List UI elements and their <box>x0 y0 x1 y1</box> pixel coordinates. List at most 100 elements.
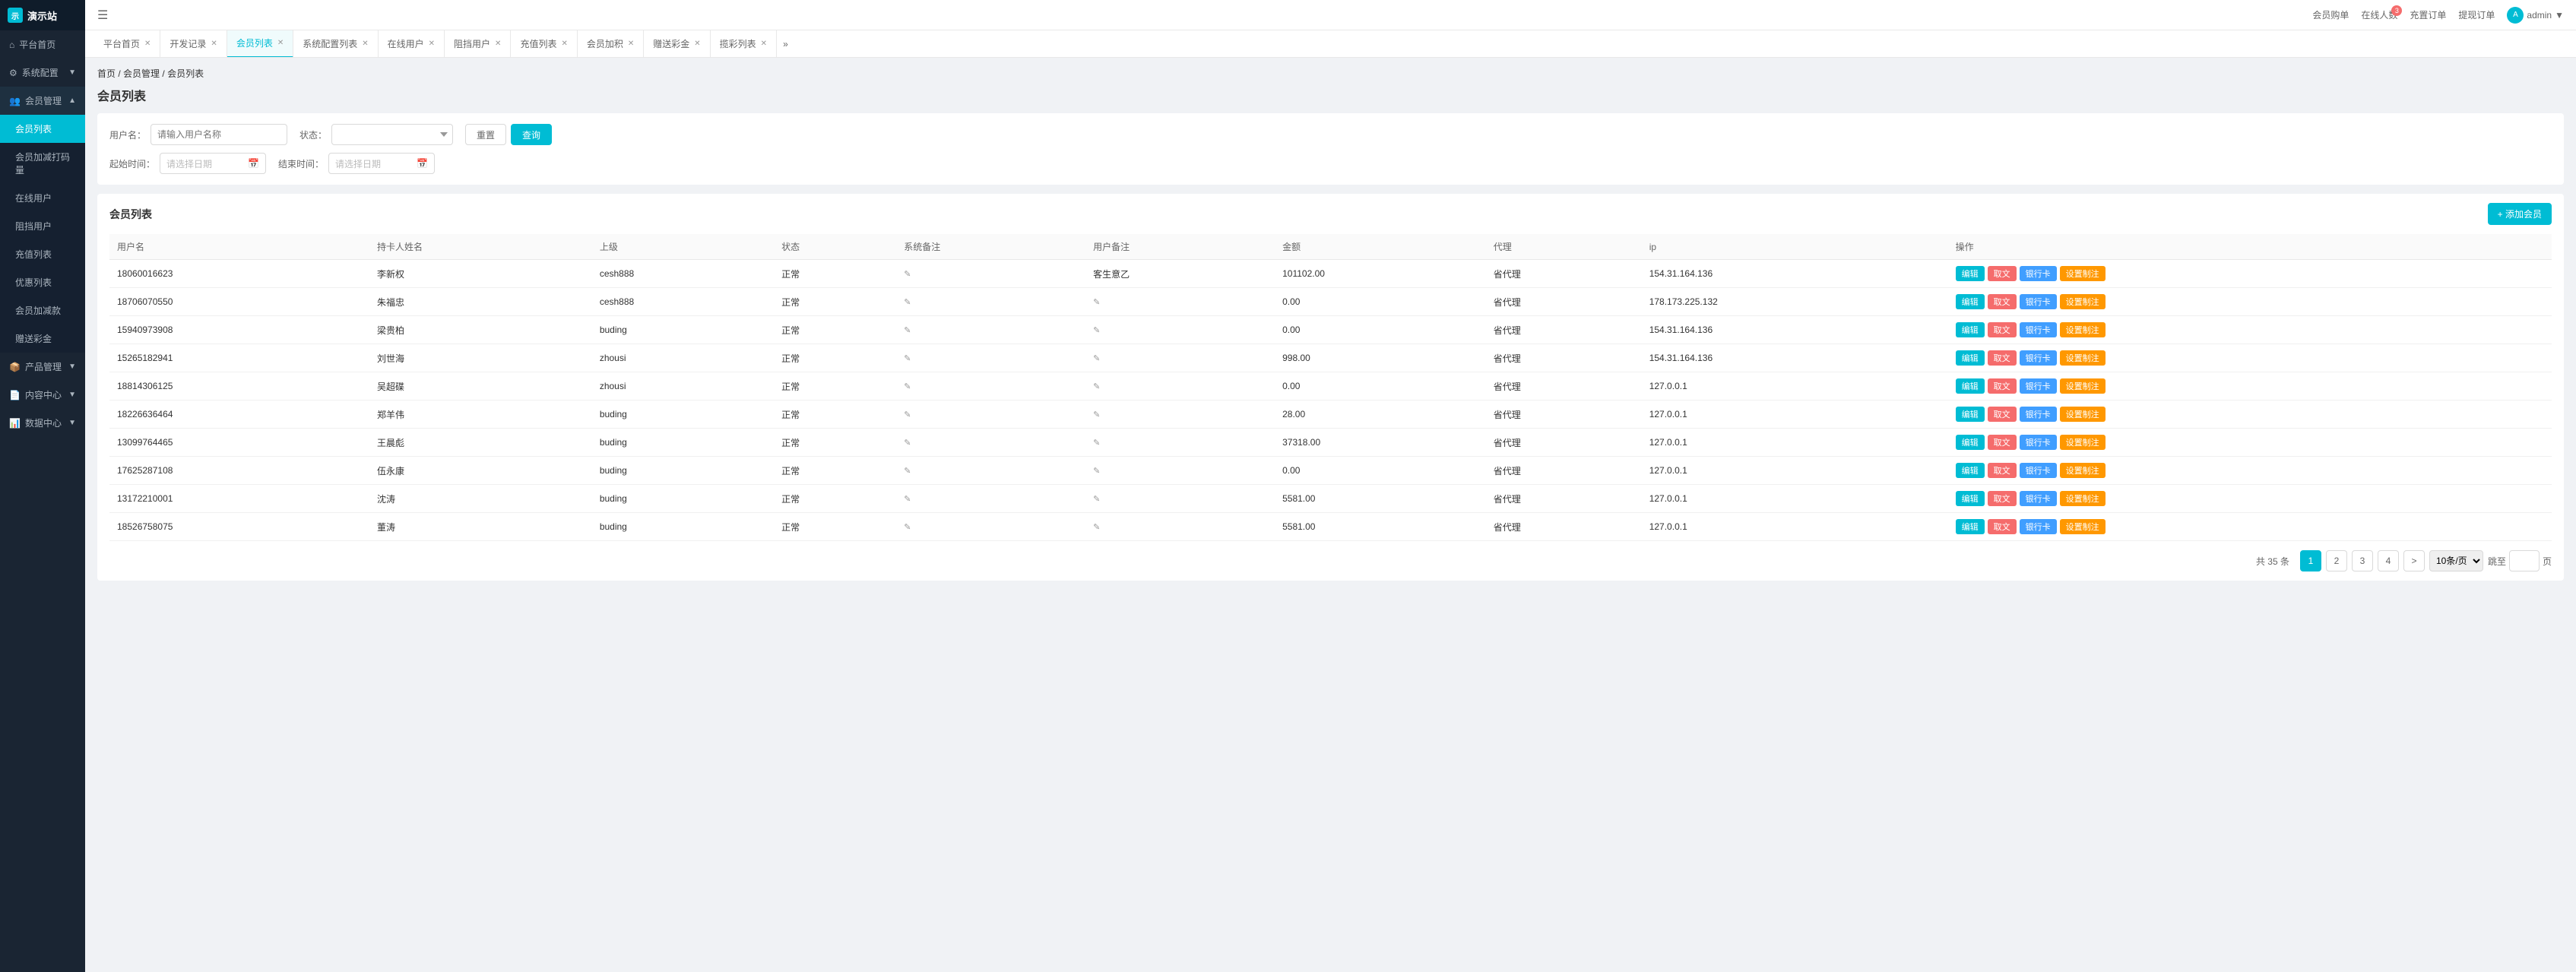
sys-remark-edit-icon[interactable]: ✎ <box>904 439 911 448</box>
sys-remark-edit-icon[interactable]: ✎ <box>904 270 911 279</box>
status-select[interactable]: 正常 禁用 <box>331 124 453 145</box>
cell-sys-remark[interactable]: ✎ <box>896 457 1085 485</box>
sidebar-group-member-header[interactable]: 👥 会员管理 ▲ <box>0 87 85 115</box>
sidebar-group-product-header[interactable]: 📦 产品管理 ▼ <box>0 353 85 381</box>
settings-button[interactable]: 设置制注 <box>2060 266 2105 281</box>
sidebar-group-sysconfig-header[interactable]: ⚙ 系统配置 ▼ <box>0 59 85 87</box>
delete-button[interactable]: 取文 <box>1988 491 2017 506</box>
settings-button[interactable]: 设置制注 <box>2060 407 2105 422</box>
start-time-picker[interactable]: 请选择日期 📅 <box>160 153 266 174</box>
settings-button[interactable]: 设置制注 <box>2060 294 2105 309</box>
edit-button[interactable]: 编辑 <box>1956 435 1985 450</box>
tab-logs[interactable]: 开发记录 ✕ <box>160 30 227 58</box>
sidebar-item-platform[interactable]: ⌂ 平台首页 <box>0 30 85 59</box>
bank-button[interactable]: 银行卡 <box>2020 435 2057 450</box>
member-order-link[interactable]: 会员购单 <box>2312 8 2349 21</box>
user-remark-edit-icon[interactable]: ✎ <box>1093 439 1100 448</box>
tab-blocked[interactable]: 阻挡用户 ✕ <box>445 30 511 58</box>
bank-button[interactable]: 银行卡 <box>2020 294 2057 309</box>
tab-recharge[interactable]: 充值列表 ✕ <box>511 30 577 58</box>
bank-button[interactable]: 银行卡 <box>2020 266 2057 281</box>
user-remark-edit-icon[interactable]: ✎ <box>1093 467 1100 476</box>
edit-button[interactable]: 编辑 <box>1956 491 1985 506</box>
tab-blocked-close[interactable]: ✕ <box>495 40 501 48</box>
edit-button[interactable]: 编辑 <box>1956 407 1985 422</box>
sidebar-item-member-list[interactable]: 会员列表 <box>0 115 85 143</box>
username-input[interactable] <box>151 124 287 145</box>
delete-button[interactable]: 取文 <box>1988 294 2017 309</box>
settings-button[interactable]: 设置制注 <box>2060 350 2105 366</box>
edit-button[interactable]: 编辑 <box>1956 350 1985 366</box>
cell-sys-remark[interactable]: ✎ <box>896 260 1085 288</box>
tab-points[interactable]: 会员加积 ✕ <box>578 30 644 58</box>
end-time-picker[interactable]: 请选择日期 📅 <box>328 153 435 174</box>
sidebar-group-content-header[interactable]: 📄 内容中心 ▼ <box>0 381 85 409</box>
bank-button[interactable]: 银行卡 <box>2020 407 2057 422</box>
cell-sys-remark[interactable]: ✎ <box>896 344 1085 372</box>
delete-button[interactable]: 取文 <box>1988 322 2017 337</box>
sys-remark-edit-icon[interactable]: ✎ <box>904 326 911 335</box>
tab-lottery[interactable]: 揽彩列表 ✕ <box>711 30 777 58</box>
sys-remark-edit-icon[interactable]: ✎ <box>904 298 911 307</box>
tab-online[interactable]: 在线用户 ✕ <box>379 30 445 58</box>
sidebar-item-member-add-reduce[interactable]: 会员加减款 <box>0 296 85 325</box>
search-button[interactable]: 查询 <box>511 124 552 145</box>
sys-remark-edit-icon[interactable]: ✎ <box>904 354 911 363</box>
online-people-badge[interactable]: 在线人数 3 <box>2361 8 2397 21</box>
edit-button[interactable]: 编辑 <box>1956 378 1985 394</box>
tab-online-close[interactable]: ✕ <box>429 40 435 48</box>
delete-button[interactable]: 取文 <box>1988 519 2017 534</box>
sys-remark-edit-icon[interactable]: ✎ <box>904 495 911 504</box>
cell-sys-remark[interactable]: ✎ <box>896 485 1085 513</box>
tab-members-close[interactable]: ✕ <box>277 39 284 47</box>
bank-button[interactable]: 银行卡 <box>2020 350 2057 366</box>
user-remark-edit-icon[interactable]: ✎ <box>1093 495 1100 504</box>
sidebar-item-blocked-users[interactable]: 阻挡用户 <box>0 212 85 240</box>
settings-button[interactable]: 设置制注 <box>2060 378 2105 394</box>
bank-button[interactable]: 银行卡 <box>2020 463 2057 478</box>
cell-sys-remark[interactable]: ✎ <box>896 288 1085 316</box>
user-remark-edit-icon[interactable]: ✎ <box>1093 410 1100 420</box>
delete-button[interactable]: 取文 <box>1988 266 2017 281</box>
settings-button[interactable]: 设置制注 <box>2060 463 2105 478</box>
breadcrumb-home[interactable]: 首页 <box>97 68 116 79</box>
delete-button[interactable]: 取文 <box>1988 378 2017 394</box>
edit-button[interactable]: 编辑 <box>1956 519 1985 534</box>
tab-members[interactable]: 会员列表 ✕ <box>227 30 293 58</box>
cell-sys-remark[interactable]: ✎ <box>896 316 1085 344</box>
tab-points-close[interactable]: ✕ <box>628 40 634 48</box>
user-menu[interactable]: A admin ▼ <box>2507 7 2564 24</box>
sidebar-item-member-points[interactable]: 会员加减打码量 <box>0 143 85 184</box>
delete-button[interactable]: 取文 <box>1988 350 2017 366</box>
cell-sys-remark[interactable]: ✎ <box>896 401 1085 429</box>
add-member-button[interactable]: + 添加会员 <box>2488 203 2552 225</box>
breadcrumb-member-mgmt[interactable]: 会员管理 <box>123 68 160 79</box>
user-remark-edit-icon[interactable]: ✎ <box>1093 382 1100 391</box>
bank-button[interactable]: 银行卡 <box>2020 322 2057 337</box>
sidebar-group-data-header[interactable]: 📊 数据中心 ▼ <box>0 409 85 437</box>
edit-button[interactable]: 编辑 <box>1956 322 1985 337</box>
tab-lottery-close[interactable]: ✕ <box>761 40 767 48</box>
sys-remark-edit-icon[interactable]: ✎ <box>904 467 911 476</box>
page-btn-3[interactable]: 3 <box>2352 550 2373 571</box>
tab-recharge-close[interactable]: ✕ <box>561 40 567 48</box>
user-remark-edit-icon[interactable]: ✎ <box>1093 354 1100 363</box>
edit-button[interactable]: 编辑 <box>1956 294 1985 309</box>
sidebar-item-online-users[interactable]: 在线用户 <box>0 184 85 212</box>
tab-more[interactable]: » <box>777 39 794 49</box>
delete-button[interactable]: 取文 <box>1988 407 2017 422</box>
tab-home[interactable]: 平台首页 ✕ <box>94 30 160 58</box>
user-remark-edit-icon[interactable]: ✎ <box>1093 326 1100 335</box>
settings-button[interactable]: 设置制注 <box>2060 519 2105 534</box>
settings-button[interactable]: 设置制注 <box>2060 322 2105 337</box>
recharge-order-link[interactable]: 充置订单 <box>2410 8 2446 21</box>
menu-toggle-icon[interactable]: ☰ <box>97 8 108 23</box>
tab-transfer-close[interactable]: ✕ <box>694 40 700 48</box>
settings-button[interactable]: 设置制注 <box>2060 435 2105 450</box>
sys-remark-edit-icon[interactable]: ✎ <box>904 382 911 391</box>
sys-remark-edit-icon[interactable]: ✎ <box>904 523 911 532</box>
submit-order-link[interactable]: 提现订单 <box>2458 8 2495 21</box>
edit-button[interactable]: 编辑 <box>1956 266 1985 281</box>
jumper-input[interactable] <box>2509 550 2540 571</box>
cell-sys-remark[interactable]: ✎ <box>896 513 1085 541</box>
